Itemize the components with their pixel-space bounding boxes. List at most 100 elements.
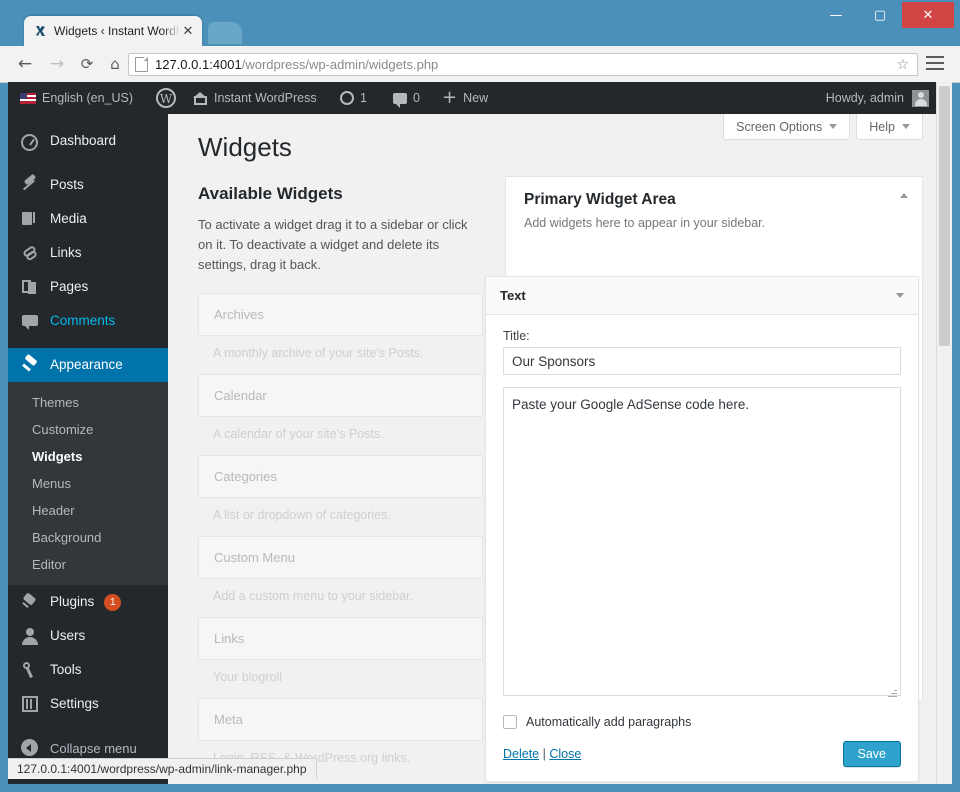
admin-bar-language[interactable]: English (en_US) — [20, 82, 133, 114]
new-tab-button[interactable] — [208, 22, 242, 44]
chevron-up-icon[interactable] — [900, 193, 908, 198]
admin-bar-site-name[interactable]: Instant WordPress — [193, 82, 317, 114]
page-scrollbar[interactable] — [936, 82, 952, 784]
widget-archives[interactable]: Archives — [198, 293, 483, 337]
text-widget-header[interactable]: Text — [486, 277, 918, 315]
widget-calendar-desc: A calendar of your site’s Posts. — [213, 427, 384, 442]
tab-title: Widgets ‹ Instant WordPre — [54, 24, 180, 38]
submenu-item-themes[interactable]: Themes — [8, 389, 168, 416]
screen-meta-links: Screen Options Help — [717, 114, 923, 140]
widget-links-desc: Your blogroll — [213, 670, 283, 685]
widget-links[interactable]: Links — [198, 617, 483, 661]
wordpress-favicon — [34, 24, 48, 38]
sidebar-item-pages[interactable]: Pages — [8, 270, 168, 304]
tab-close-icon[interactable]: ✕ — [180, 24, 196, 39]
scrollbar-thumb[interactable] — [939, 86, 950, 346]
sidebar-item-settings[interactable]: Settings — [8, 687, 168, 721]
available-widgets-column: Available Widgets To activate a widget d… — [198, 184, 483, 779]
sidebar-label-users: Users — [50, 628, 86, 644]
bookmark-star-icon[interactable]: ☆ — [896, 57, 909, 73]
brush-icon — [20, 355, 40, 375]
wordpress-logo-icon[interactable]: W — [156, 88, 176, 108]
admin-bar-new[interactable]: + New — [442, 82, 488, 114]
forward-icon[interactable]: → — [46, 54, 68, 76]
text-widget-footer: Delete | Close Save — [486, 729, 918, 781]
submenu-item-widgets[interactable]: Widgets — [8, 443, 168, 470]
sidebar-label-tools: Tools — [50, 662, 82, 678]
sidebar-label-plugins: Plugins — [50, 594, 95, 610]
pin-icon — [20, 175, 40, 195]
help-button[interactable]: Help — [856, 114, 923, 140]
updates-count: 1 — [360, 91, 367, 105]
sidebar-item-users[interactable]: Users — [8, 619, 168, 653]
primary-widget-area-title: Primary Widget Area — [524, 191, 676, 208]
sidebar-item-appearance[interactable]: Appearance — [8, 348, 176, 382]
sidebar-label-links: Links — [50, 245, 82, 261]
widget-name: Links — [214, 631, 245, 647]
submenu-item-customize[interactable]: Customize — [8, 416, 168, 443]
chevron-down-icon[interactable] — [896, 293, 904, 298]
delete-link[interactable]: Delete — [503, 747, 539, 761]
media-icon — [20, 209, 40, 229]
page-icon — [135, 57, 148, 72]
sidebar-item-comments[interactable]: Comments — [8, 304, 168, 338]
autop-checkbox[interactable] — [503, 715, 517, 729]
sidebar-item-dashboard[interactable]: Dashboard — [8, 124, 168, 158]
status-bar: 127.0.0.1:4001/wordpress/wp-admin/link-m… — [8, 758, 317, 779]
home-icon[interactable]: ⌂ — [104, 54, 126, 76]
submenu-item-background[interactable]: Background — [8, 524, 168, 551]
plugin-icon — [20, 592, 40, 612]
autop-row[interactable]: Automatically add paragraphs — [503, 715, 901, 729]
sidebar-label-appearance: Appearance — [50, 357, 123, 373]
resize-handle[interactable] — [888, 688, 897, 697]
sidebar-item-media[interactable]: Media — [8, 202, 168, 236]
back-icon[interactable]: ← — [14, 54, 36, 76]
sidebar-item-tools[interactable]: Tools — [8, 653, 168, 687]
sidebar-divider-1 — [8, 158, 168, 168]
browser-tab[interactable]: Widgets ‹ Instant WordPre ✕ — [24, 16, 202, 46]
widget-name: Categories — [214, 469, 277, 485]
submenu-item-header[interactable]: Header — [8, 497, 168, 524]
settings-icon — [20, 694, 40, 714]
collapse-arrow-icon — [20, 738, 40, 758]
widget-custom-menu[interactable]: Custom Menu — [198, 536, 483, 580]
url-path: /wordpress/wp-admin/widgets.php — [241, 57, 439, 72]
admin-bar-updates[interactable]: 1 — [340, 82, 367, 114]
widget-categories[interactable]: Categories — [198, 455, 483, 499]
language-label: English (en_US) — [42, 91, 134, 105]
title-input[interactable] — [503, 347, 901, 375]
admin-bar-account[interactable]: Howdy, admin — [826, 82, 929, 114]
content-textarea[interactable] — [503, 387, 901, 696]
available-widgets-heading: Available Widgets — [198, 184, 343, 203]
user-icon — [20, 626, 40, 646]
browser-window: — ▢ ✕ Widgets ‹ Instant WordPre ✕ ← → ⟳ … — [0, 0, 960, 792]
text-widget-body: Title: Automatically add paragraphs — [486, 315, 918, 729]
close-link[interactable]: Close — [549, 747, 581, 761]
updates-icon — [340, 91, 354, 105]
submenu-item-editor[interactable]: Editor — [8, 551, 168, 578]
sidebar-spacer-top — [8, 114, 168, 124]
dashboard-icon — [20, 131, 40, 151]
screen-options-button[interactable]: Screen Options — [723, 114, 851, 140]
widget-calendar[interactable]: Calendar — [198, 374, 483, 418]
widget-custom-menu-desc: Add a custom menu to your sidebar. — [213, 589, 414, 604]
sidebar-label-media: Media — [50, 211, 87, 227]
us-flag-icon — [20, 92, 36, 104]
sidebar-item-plugins[interactable]: Plugins 1 — [8, 585, 168, 619]
save-button[interactable]: Save — [842, 741, 901, 767]
widget-action-links: Delete | Close — [503, 747, 581, 761]
plugins-update-badge: 1 — [104, 593, 122, 611]
sidebar-item-posts[interactable]: Posts — [8, 168, 168, 202]
reload-icon[interactable]: ⟳ — [76, 54, 98, 76]
help-label: Help — [869, 119, 895, 134]
address-bar[interactable]: 127.0.0.1:4001/wordpress/wp-admin/widget… — [128, 53, 918, 76]
sidebar-label-settings: Settings — [50, 696, 99, 712]
url-host: 127.0.0.1:4001 — [155, 57, 242, 72]
plus-icon: + — [442, 87, 458, 108]
admin-bar-comments[interactable]: 0 — [393, 82, 420, 114]
submenu-item-menus[interactable]: Menus — [8, 470, 168, 497]
sidebar-item-links[interactable]: Links — [8, 236, 168, 270]
widget-categories-desc: A list or dropdown of categories. — [213, 508, 391, 523]
browser-menu-icon[interactable] — [926, 56, 944, 70]
widget-meta[interactable]: Meta — [198, 698, 483, 742]
